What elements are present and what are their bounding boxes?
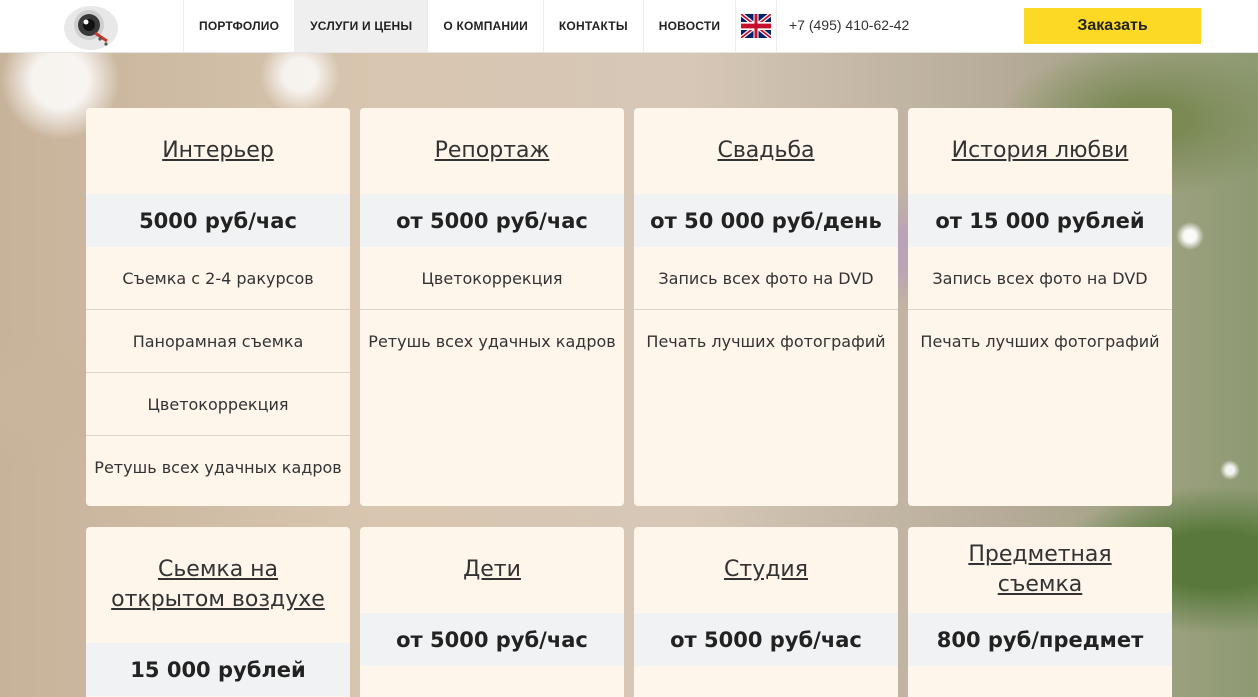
service-card-wedding: Свадьба от 50 000 руб/день Запись всех ф… [634,108,898,506]
service-card-product: Предметная съемка 800 руб/предмет [908,527,1172,697]
uk-flag-icon [741,14,772,38]
card-price: от 5000 руб/час [360,613,624,666]
card-price: от 5000 руб/час [360,194,624,247]
card-title[interactable]: Дети [360,527,624,613]
card-title[interactable]: История любви [908,108,1172,194]
card-price: от 50 000 руб/день [634,194,898,247]
card-price: от 5000 руб/час [634,613,898,666]
nav-item-contacts[interactable]: КОНТАКТЫ [542,0,643,52]
site-header: ПОРТФОЛИО УСЛУГИ И ЦЕНЫ О КОМПАНИИ КОНТА… [0,0,1258,53]
card-feature: Запись всех фото на DVD [908,247,1172,310]
card-features: Запись всех фото на DVD Печать лучших фо… [634,247,898,373]
card-price: 5000 руб/час [86,194,350,247]
card-feature: Печать лучших фотографий [646,332,886,351]
card-feature: Панорамная съемка [86,310,350,373]
service-card-love-story: История любви от 15 000 рублей Запись вс… [908,108,1172,506]
logo[interactable] [62,3,120,51]
card-feature: Запись всех фото на DVD [634,247,898,310]
card-features: Цветокоррекция Ретушь всех удачных кадро… [360,247,624,373]
card-feature: Ретушь всех удачных кадров [94,458,342,477]
language-switch[interactable] [735,0,778,52]
card-price: от 15 000 рублей [908,194,1172,247]
order-button[interactable]: Заказать [1024,8,1201,44]
card-title[interactable]: Свадьба [634,108,898,194]
service-card-studio: Студия от 5000 руб/час [634,527,898,697]
card-title[interactable]: Сьемка на открытом воздухе [86,527,350,643]
nav-item-news[interactable]: НОВОСТИ [642,0,735,52]
nav-item-services-prices[interactable]: УСЛУГИ И ЦЕНЫ [294,0,428,52]
nav-item-about[interactable]: О КОМПАНИИ [427,0,543,52]
service-card-interior: Интерьер 5000 руб/час Съемка с 2-4 ракур… [86,108,350,506]
card-feature: Цветокоррекция [86,373,350,436]
service-card-reportage: Репортаж от 5000 руб/час Цветокоррекция … [360,108,624,506]
card-price: 15 000 рублей [86,643,350,696]
camera-lens-logo-icon [64,6,118,50]
service-card-kids: Дети от 5000 руб/час [360,527,624,697]
card-feature: Съемка с 2-4 ракурсов [86,247,350,310]
card-title[interactable]: Предметная съемка [908,527,1172,613]
card-feature: Печать лучших фотографий [920,332,1160,351]
main-nav: ПОРТФОЛИО УСЛУГИ И ЦЕНЫ О КОМПАНИИ КОНТА… [183,0,778,52]
card-title[interactable]: Репортаж [360,108,624,194]
card-features: Запись всех фото на DVD Печать лучших фо… [908,247,1172,373]
card-title[interactable]: Студия [634,527,898,613]
nav-item-portfolio[interactable]: ПОРТФОЛИО [183,0,294,52]
service-card-outdoor: Сьемка на открытом воздухе 15 000 рублей [86,527,350,697]
phone-number[interactable]: +7 (495) 410-62-42 [789,17,909,33]
card-title[interactable]: Интерьер [86,108,350,194]
card-feature: Ретушь всех удачных кадров [368,332,616,351]
card-price: 800 руб/предмет [908,613,1172,666]
card-features: Съемка с 2-4 ракурсов Панорамная съемка … [86,247,350,499]
card-feature: Цветокоррекция [360,247,624,310]
